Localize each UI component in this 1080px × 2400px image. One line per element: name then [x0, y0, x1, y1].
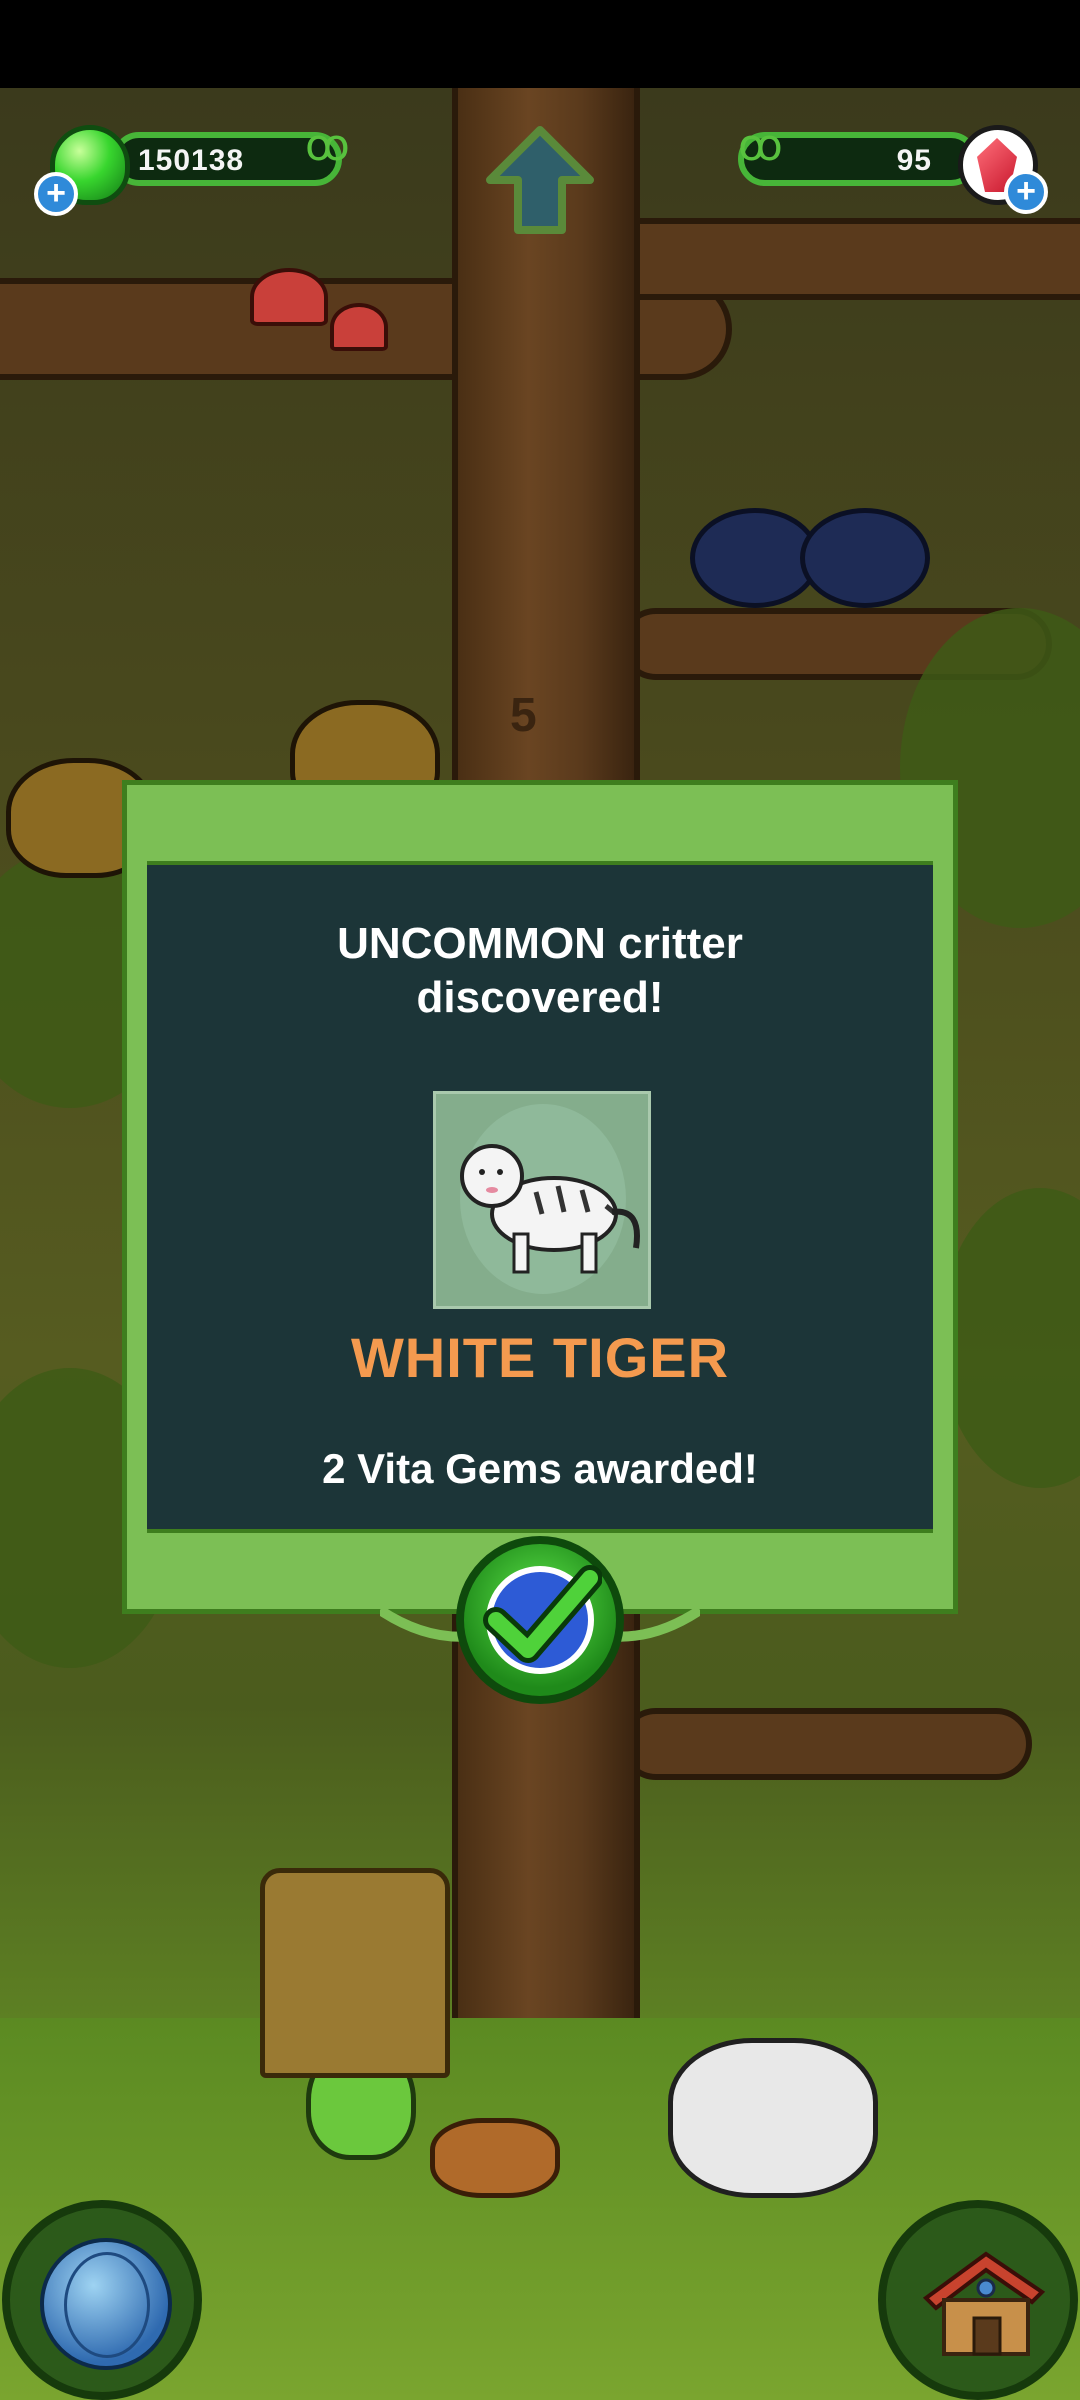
- white-tiger-icon: [460, 1144, 640, 1274]
- dialog-headline: UNCOMMON critter discovered!: [147, 917, 933, 1025]
- vine-icon: ꝏ: [305, 121, 350, 170]
- foliage: [940, 1188, 1080, 1488]
- mushroom: [330, 303, 388, 351]
- add-green-gems-button[interactable]: +: [34, 172, 78, 216]
- headline-line-2: discovered!: [416, 973, 664, 1022]
- checkmark-icon: [483, 1565, 602, 1663]
- add-red-gems-button[interactable]: +: [1004, 170, 1048, 214]
- corgi-critter[interactable]: [430, 2118, 560, 2198]
- reward-text: 2 Vita Gems awarded!: [322, 1445, 758, 1492]
- trunk-level-number: 5: [510, 689, 537, 742]
- dialog-content-panel: UNCOMMON critter discovered! WHITE TIGER…: [147, 861, 933, 1533]
- headline-line-1: UNCOMMON critter: [337, 919, 743, 968]
- critter-portrait: [433, 1091, 651, 1309]
- white-tiger-critter[interactable]: [668, 2038, 878, 2198]
- spider-critter[interactable]: [800, 508, 930, 608]
- green-gem-amount: 150138: [138, 144, 245, 177]
- treehouse: [260, 1868, 450, 2078]
- up-arrow-icon[interactable]: [482, 122, 598, 238]
- red-gem-amount: 95: [896, 144, 932, 177]
- critter-discovered-dialog: UNCOMMON critter discovered! WHITE TIGER…: [122, 780, 958, 1614]
- vine-icon: ꝏ: [738, 121, 783, 170]
- status-bar: [0, 0, 1080, 88]
- world-map-button[interactable]: [2, 2200, 202, 2400]
- tree-branch: [620, 1708, 1032, 1780]
- habitat-button[interactable]: [878, 2200, 1078, 2400]
- confirm-button[interactable]: [456, 1536, 624, 1704]
- critter-name: WHITE TIGER: [350, 1326, 730, 1389]
- globe-icon: [40, 2238, 172, 2370]
- house-icon: [922, 2251, 1046, 2356]
- mushroom: [250, 268, 328, 326]
